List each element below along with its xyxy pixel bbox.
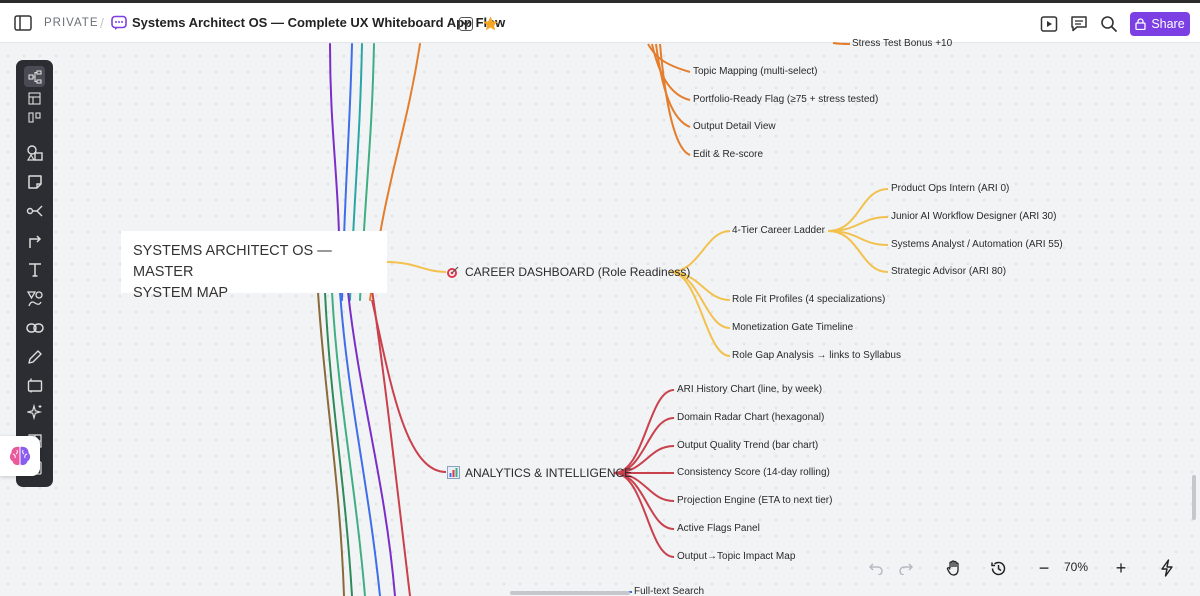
root-node-line2: SYSTEM MAP — [133, 285, 229, 301]
node-portfolio-flag[interactable]: Portfolio-Ready Flag (≥75 + stress teste… — [693, 94, 878, 106]
node-role-fit[interactable]: Role Fit Profiles (4 specializations) — [732, 294, 885, 306]
zoom-level[interactable]: 70% — [1064, 560, 1088, 574]
root-node-line1: SYSTEMS ARCHITECT OS — MASTER — [133, 243, 332, 280]
node-strategic-advisor[interactable]: Strategic Advisor (ARI 80) — [891, 266, 1006, 278]
bar-chart-icon — [447, 466, 460, 479]
node-topic-mapping[interactable]: Topic Mapping (multi-select) — [693, 66, 818, 78]
root-node[interactable]: SYSTEMS ARCHITECT OS — MASTER SYSTEM MAP — [121, 231, 387, 301]
horizontal-scrollbar[interactable] — [510, 591, 630, 595]
vertical-scrollbar[interactable] — [1192, 475, 1196, 520]
history-icon[interactable] — [988, 556, 1008, 580]
node-consistency[interactable]: Consistency Score (14-day rolling) — [677, 467, 830, 479]
node-ari-history[interactable]: ARI History Chart (line, by week) — [677, 384, 822, 396]
node-output-topic[interactable]: Output→Topic Impact Map — [677, 551, 795, 563]
node-career-dashboard[interactable]: CAREER DASHBOARD (Role Readiness) — [465, 265, 690, 279]
node-fulltext-search[interactable]: Full-text Search — [634, 586, 704, 596]
node-projection[interactable]: Projection Engine (ETA to next tier) — [677, 495, 832, 507]
node-product-ops[interactable]: Product Ops Intern (ARI 0) — [891, 183, 1009, 195]
node-junior-ai[interactable]: Junior AI Workflow Designer (ARI 30) — [891, 211, 1056, 223]
redo-icon[interactable] — [896, 556, 916, 580]
hand-pan-icon[interactable] — [944, 556, 964, 580]
node-systems-analyst[interactable]: Systems Analyst / Automation (ARI 55) — [891, 239, 1063, 251]
node-monetization[interactable]: Monetization Gate Timeline — [732, 322, 853, 334]
node-edit-rescore[interactable]: Edit & Re-score — [693, 149, 763, 161]
lightning-icon[interactable] — [1157, 556, 1177, 580]
node-analytics[interactable]: ANALYTICS & INTELLIGENCE — [465, 466, 632, 480]
node-active-flags[interactable]: Active Flags Panel — [677, 523, 760, 535]
undo-icon[interactable] — [866, 556, 886, 580]
target-icon — [446, 265, 460, 279]
zoom-in-button[interactable]: + — [1111, 556, 1131, 580]
node-output-quality[interactable]: Output Quality Trend (bar chart) — [677, 440, 818, 452]
node-role-gap[interactable]: Role Gap Analysis → links to Syllabus — [732, 350, 901, 362]
node-domain-radar[interactable]: Domain Radar Chart (hexagonal) — [677, 412, 824, 424]
zoom-out-button[interactable]: − — [1034, 556, 1054, 580]
node-career-ladder[interactable]: 4-Tier Career Ladder — [732, 225, 825, 237]
node-stress-test[interactable]: Stress Test Bonus +10 — [852, 38, 952, 50]
node-output-detail[interactable]: Output Detail View — [693, 121, 776, 133]
